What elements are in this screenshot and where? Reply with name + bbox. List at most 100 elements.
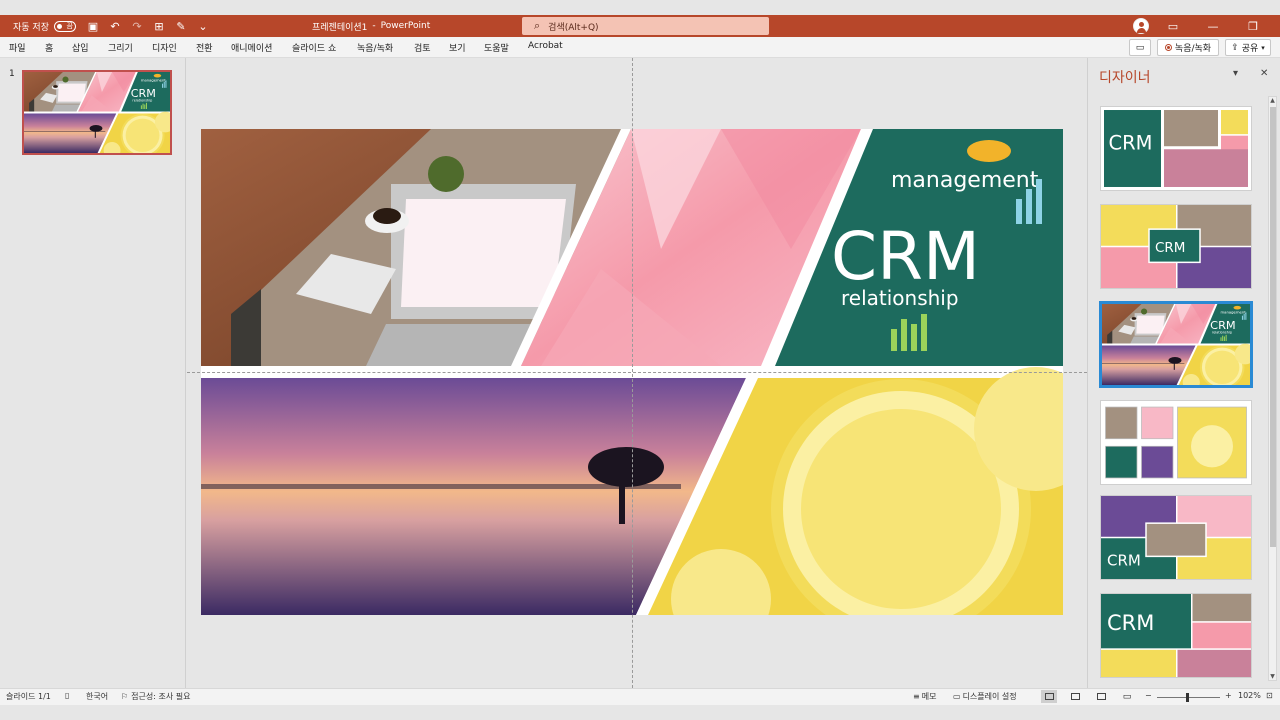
display-icon: ▭ [953, 692, 961, 701]
slide-thumbnail[interactable] [22, 70, 172, 155]
tab-view[interactable]: 보기 [449, 41, 466, 54]
svg-text:CRM: CRM [1155, 240, 1185, 256]
designer-scrollbar[interactable]: ▲ ▼ [1268, 96, 1277, 681]
accessibility-status[interactable]: ⚐ 접근성: 조사 필요 [121, 691, 190, 702]
scroll-up-icon[interactable]: ▲ [1269, 97, 1276, 104]
display-settings-label: 디스플레이 설정 [962, 692, 1017, 701]
autosave-toggle[interactable]: 끔 [53, 20, 76, 32]
tab-record[interactable]: 녹음/녹화 [357, 41, 393, 54]
ribbon-display-icon[interactable]: ▭ [1153, 15, 1193, 37]
design-preview: CRM [1101, 107, 1251, 190]
title-separator: - [372, 21, 376, 31]
vertical-guide [632, 58, 633, 688]
tab-insert[interactable]: 삽입 [72, 41, 89, 54]
design-preview: CRM [1101, 594, 1251, 677]
reading-view-button[interactable] [1093, 690, 1109, 703]
minimize-icon[interactable]: — [1193, 15, 1233, 37]
tab-review[interactable]: 검토 [414, 41, 431, 54]
slide-editing-area [187, 58, 1087, 688]
touch-mode-icon[interactable]: ✎ [174, 19, 188, 33]
title-bar: 자동 저장 끔 ▣ ↶ ↷ ⊞ ✎ ⌄ 프레젠테이션1 - PowerPoint… [0, 15, 1280, 37]
search-icon: ⌕ [534, 19, 541, 32]
fit-to-window-icon[interactable]: ⊡ [1266, 691, 1273, 700]
design-preview: CRM [1101, 496, 1251, 579]
tab-transitions[interactable]: 전환 [196, 41, 213, 54]
design-idea-4[interactable] [1100, 400, 1252, 485]
comment-icon: ▭ [1135, 42, 1145, 53]
record-button[interactable]: 녹음/녹화 [1157, 39, 1219, 56]
redo-icon[interactable]: ↷ [130, 19, 144, 33]
zoom-slider-thumb[interactable] [1186, 693, 1189, 702]
design-preview [1102, 304, 1250, 385]
zoom-in-icon[interactable]: + [1225, 691, 1232, 700]
slideshow-icon: ▭ [1122, 691, 1132, 702]
pane-options-icon[interactable]: ▾ [1233, 68, 1238, 79]
accessibility-icon: ⚐ [121, 692, 129, 701]
slide-sorter-button[interactable] [1067, 690, 1083, 703]
customize-toolbar-icon[interactable]: ⌄ [196, 19, 210, 33]
tab-file[interactable]: 파일 [9, 41, 26, 54]
document-title: 프레젠테이션1 - PowerPoint [312, 15, 430, 37]
autosave-group[interactable]: 자동 저장 끔 [13, 15, 76, 37]
doc-name: 프레젠테이션1 [312, 22, 368, 33]
design-idea-6[interactable]: CRM [1100, 593, 1252, 678]
design-idea-1[interactable]: CRM [1100, 106, 1252, 191]
design-idea-5[interactable]: CRM [1100, 495, 1252, 580]
display-settings-button[interactable]: ▭ 디스플레이 설정 [953, 691, 1017, 702]
normal-view-button[interactable] [1041, 690, 1057, 703]
reading-view-icon [1096, 693, 1106, 700]
tab-design[interactable]: 디자인 [152, 41, 177, 54]
tab-animations[interactable]: 애니메이션 [231, 41, 272, 54]
slide-number: 1 [9, 69, 15, 79]
search-input[interactable]: ⌕ 검색(Alt+Q) [522, 17, 769, 35]
present-from-start-icon[interactable]: ⊞ [152, 19, 166, 33]
zoom-level[interactable]: 102% [1238, 691, 1261, 700]
record-icon [1164, 44, 1172, 51]
ribbon-tabs: 파일 홈 삽입 그리기 디자인 전환 애니메이션 슬라이드 쇼 녹음/녹화 검토… [0, 37, 1280, 58]
account-avatar[interactable] [1133, 18, 1149, 34]
save-icon[interactable]: ▣ [86, 19, 100, 33]
svg-text:CRM: CRM [1109, 131, 1153, 154]
share-button[interactable]: ⇪ 공유 ▾ [1225, 39, 1271, 56]
normal-view-icon [1044, 693, 1054, 700]
tab-home[interactable]: 홈 [45, 41, 53, 54]
design-preview: CRM [1101, 205, 1251, 288]
tab-slideshow[interactable]: 슬라이드 쇼 [292, 41, 336, 54]
share-label: 공유 [1241, 44, 1259, 54]
designer-pane: 디자이너 ▾ ✕ CRM CRM CRM CRM ▲ ▼ [1087, 58, 1280, 688]
spelling-icon[interactable]: ▯ [65, 691, 69, 700]
comments-button[interactable]: ▭ [1129, 39, 1151, 56]
slide-sorter-icon [1070, 693, 1080, 700]
chevron-down-icon: ▾ [1261, 43, 1265, 52]
scrollbar-thumb[interactable] [1270, 107, 1276, 547]
zoom-out-icon[interactable]: − [1145, 691, 1152, 700]
designer-title: 디자이너 [1099, 70, 1151, 86]
notes-icon: ≡ [913, 692, 920, 701]
scroll-down-icon[interactable]: ▼ [1269, 673, 1276, 680]
undo-icon[interactable]: ↶ [108, 19, 122, 33]
design-preview [1101, 401, 1251, 484]
svg-text:CRM: CRM [1107, 551, 1141, 569]
svg-text:CRM: CRM [1107, 610, 1154, 635]
tab-acrobat[interactable]: Acrobat [528, 41, 563, 51]
record-label: 녹음/녹화 [1174, 44, 1212, 54]
close-icon[interactable]: ✕ [1273, 15, 1280, 37]
tab-draw[interactable]: 그리기 [108, 41, 133, 54]
restore-icon[interactable]: ❐ [1233, 15, 1273, 37]
slide-counter: 슬라이드 1/1 [6, 692, 51, 701]
design-idea-3-selected[interactable] [1100, 302, 1252, 387]
tab-help[interactable]: 도움말 [484, 41, 509, 54]
close-pane-icon[interactable]: ✕ [1260, 68, 1268, 79]
search-placeholder: 검색(Alt+Q) [548, 22, 599, 33]
status-bar: 슬라이드 1/1 ▯ 한국어 ⚐ 접근성: 조사 필요 ≡ 메모 ▭ 디스플레이… [0, 688, 1280, 705]
slide-thumbnail-pane: 1 [0, 58, 186, 688]
language-indicator[interactable]: 한국어 [86, 691, 108, 702]
toggle-state: 끔 [66, 21, 73, 30]
horizontal-guide [187, 372, 1087, 373]
design-idea-2[interactable]: CRM [1100, 204, 1252, 289]
share-icon: ⇪ [1231, 42, 1239, 53]
notes-label: 메모 [921, 692, 937, 701]
slideshow-button[interactable]: ▭ [1119, 690, 1135, 703]
thumbnail-collage [24, 72, 170, 153]
notes-button[interactable]: ≡ 메모 [913, 691, 936, 702]
